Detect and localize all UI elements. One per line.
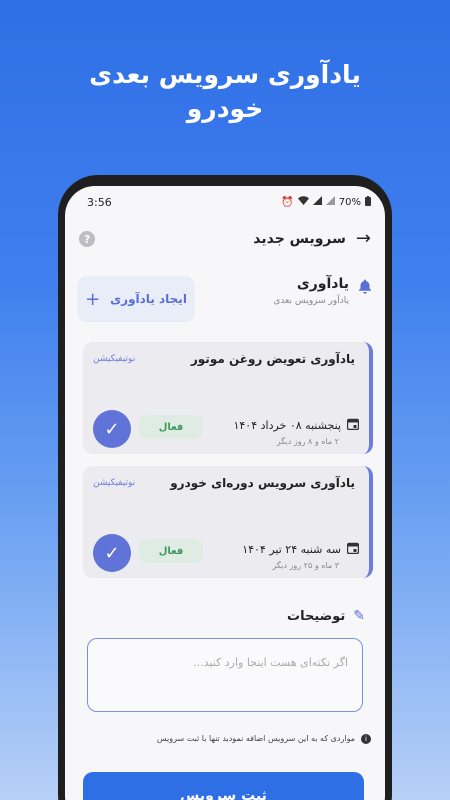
pencil-icon[interactable]: ✎ <box>353 608 365 624</box>
reminder-remaining: ۲ ماه و ۸ روز دیگر <box>276 437 339 446</box>
check-button[interactable]: ✓ <box>93 410 131 448</box>
reminder-card[interactable]: یادآوری تعویض روغن موتور نوتیفیکیشن پنجش… <box>83 342 373 454</box>
page-title: سرویس جدید <box>253 231 346 247</box>
signal-icon <box>325 196 335 208</box>
battery-level: 70% <box>338 196 361 208</box>
reminder-remaining: ۳ ماه و ۲۵ روز دیگر <box>272 561 339 570</box>
headline-line-2: خودرو <box>186 94 264 123</box>
signal-icon <box>312 196 322 208</box>
battery-icon <box>365 195 371 209</box>
reminders-title: یادآوری <box>296 276 349 292</box>
reminder-tag: نوتیفیکیشن <box>93 354 136 364</box>
description-placeholder: اگر نکته‌ای هست اینجا وارد کنید... <box>193 656 348 669</box>
app-bar: → سرویس جدید ? <box>65 218 385 260</box>
calendar-icon <box>346 418 360 433</box>
create-reminder-button[interactable]: ایجاد یادآوری + <box>77 276 195 322</box>
check-button[interactable]: ✓ <box>93 534 131 572</box>
reminder-title: یادآوری سرویس دوره‌ای خودرو <box>170 476 355 490</box>
promo-headline: یادآوری سرویس بعدی خودرو <box>0 58 450 126</box>
description-input[interactable]: اگر نکته‌ای هست اینجا وارد کنید... <box>87 638 363 712</box>
info-note: i مواردی که به این سرویس اضافه نمودید تن… <box>79 732 371 745</box>
back-arrow-icon[interactable]: → <box>356 230 371 248</box>
description-title: توضیحات <box>287 608 346 624</box>
description-header: ✎ توضیحات <box>65 608 385 624</box>
status-time: 3:56 <box>87 195 112 209</box>
status-icons: ⏰ 70% <box>281 195 371 209</box>
headline-line-1: یادآوری سرویس بعدی <box>89 60 361 89</box>
help-icon[interactable]: ? <box>79 231 95 247</box>
status-badge: فعال <box>139 539 203 563</box>
reminder-date: سه شنبه ۲۴ تیر ۱۴۰۴ <box>242 543 341 556</box>
info-icon: i <box>361 734 371 744</box>
status-bar: 3:56 ⏰ 70% <box>65 186 385 218</box>
calendar-icon <box>346 542 360 557</box>
reminder-title: یادآوری تعویض روغن موتور <box>190 352 355 366</box>
submit-service-button[interactable]: ثبت سرویس <box>83 772 364 800</box>
reminder-date: پنجشنبه ۰۸ خرداد ۱۴۰۴ <box>233 419 341 432</box>
bell-icon <box>357 278 373 306</box>
note-text: مواردی که به این سرویس اضافه نمودید تنها… <box>156 734 355 743</box>
wifi-icon <box>297 196 309 208</box>
create-reminder-label: ایجاد یادآوری <box>110 292 187 306</box>
reminder-date-row: سه شنبه ۲۴ تیر ۱۴۰۴ <box>242 542 360 557</box>
alarm-icon: ⏰ <box>281 196 294 208</box>
submit-label: ثبت سرویس <box>180 788 267 800</box>
reminder-card[interactable]: یادآوری سرویس دوره‌ای خودرو نوتیفیکیشن س… <box>83 466 373 578</box>
phone-screen: 3:56 ⏰ 70% → سرویس جدید ? یادآوری یادآور… <box>65 186 385 800</box>
check-icon: ✓ <box>104 418 120 440</box>
check-icon: ✓ <box>104 542 120 564</box>
reminder-date-row: پنجشنبه ۰۸ خرداد ۱۴۰۴ <box>233 418 360 433</box>
reminder-tag: نوتیفیکیشن <box>93 478 136 488</box>
reminders-header: یادآوری یادآور سرویس بعدی ایجاد یادآوری … <box>65 276 385 322</box>
status-badge: فعال <box>139 415 203 439</box>
reminders-subtitle: یادآور سرویس بعدی <box>273 296 349 306</box>
plus-icon: + <box>85 288 101 310</box>
